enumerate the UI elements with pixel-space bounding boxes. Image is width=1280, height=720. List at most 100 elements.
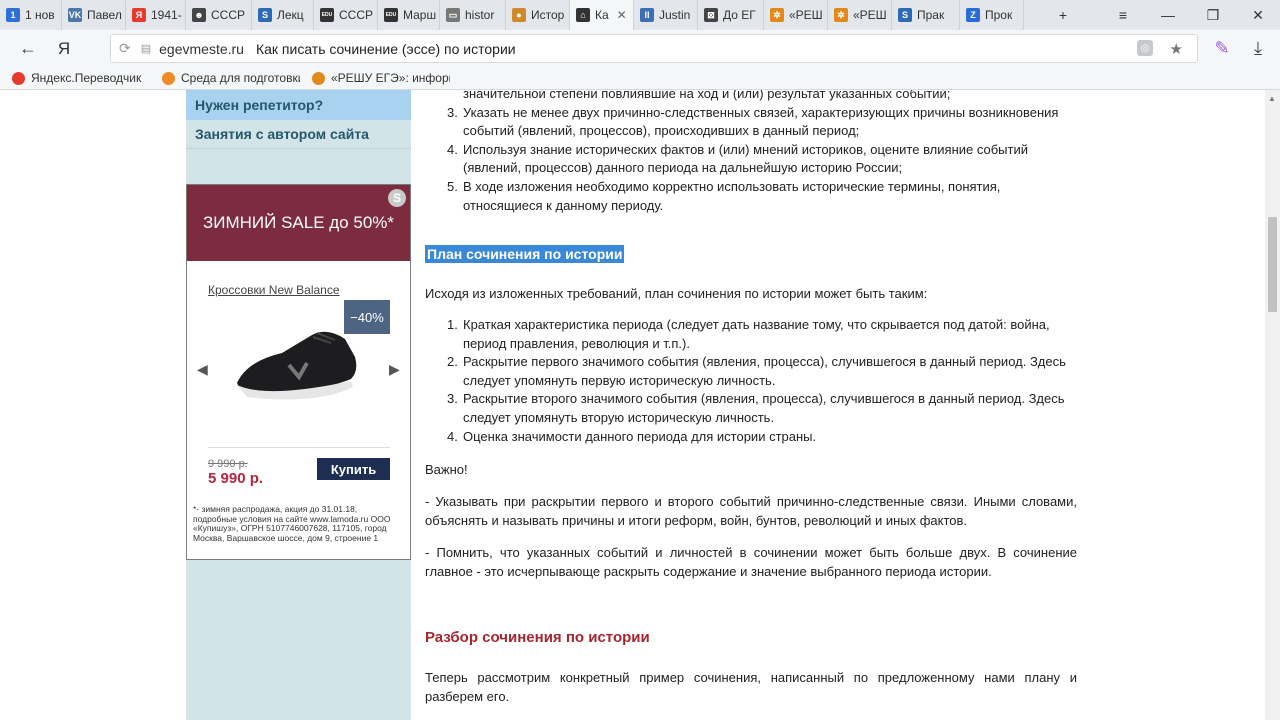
analysis-heading: Разбор сочинения по истории — [425, 629, 650, 646]
tab-label: Прак — [917, 8, 945, 22]
ad-discount-badge: −40% — [344, 300, 390, 334]
tab-16[interactable]: Z Прок — [960, 0, 1024, 30]
bookmark-label: «РЕШУ ЕГЭ»: информатика — [331, 71, 450, 85]
list-text: Раскрытие второго значимого события (явл… — [463, 391, 1065, 425]
tab-label: До ЕГ — [723, 8, 756, 22]
tab-11[interactable]: II Justin — [634, 0, 698, 30]
scrollbar-thumb[interactable] — [1268, 217, 1277, 312]
tab-close-icon[interactable]: ✕ — [617, 8, 627, 22]
tab-label: СССР — [211, 8, 246, 22]
scroll-up-icon[interactable]: ▲ — [1268, 94, 1276, 103]
list-item: 4. Оценка значимости данного периода для … — [425, 428, 1077, 447]
bookmark-label: Среда для подготовки — [181, 71, 300, 85]
vk-icon: VK — [68, 8, 82, 22]
s-icon: S — [258, 8, 272, 22]
url-domain: egevmeste.ru — [159, 40, 244, 57]
close-window-button[interactable]: ✕ — [1238, 0, 1278, 30]
film-icon: ⊠ — [704, 8, 718, 22]
sidebar-tutor-link[interactable]: Нужен репетитор? — [186, 90, 411, 120]
tab-3[interactable]: Я 1941- — [126, 0, 186, 30]
plan-heading: План сочинения по истории — [425, 245, 625, 263]
note-one: - Указывать при раскрытии первого и втор… — [425, 494, 1077, 528]
yandex-icon: Я — [132, 8, 146, 22]
tab-7[interactable]: EDU Марш — [378, 0, 440, 30]
tab-6[interactable]: EDU СССР — [314, 0, 378, 30]
tab-13[interactable]: ✲ «РЕШ — [764, 0, 828, 30]
tab-8[interactable]: ▭ histor — [440, 0, 506, 30]
tab-9[interactable]: ● Истор — [506, 0, 570, 30]
list-text: значительной степени повлиявшие на ход и… — [463, 90, 951, 101]
tab-label: СССР — [339, 8, 374, 22]
reshu-icon: ✲ — [834, 8, 848, 22]
bookmark-icon — [12, 71, 25, 85]
list-item: 3. Раскрытие второго значимого события (я… — [425, 390, 1077, 427]
mask-icon: ☻ — [192, 8, 206, 22]
list-text: Оценка значимости данного периода для ис… — [463, 428, 817, 444]
doc-icon: ▭ — [446, 8, 460, 22]
ad-old-price: 9 990 р. — [208, 458, 248, 470]
refresh-icon[interactable]: ⟳ — [119, 40, 131, 57]
tab-15[interactable]: S Прак — [892, 0, 960, 30]
address-bar: ← Я ⟳ ▤ egevmeste.ru Как писать сочинени… — [0, 30, 1280, 67]
list-item: 3. Указать не менее двух причинно-следств… — [425, 104, 1077, 141]
back-arrow-icon[interactable]: ← — [10, 34, 46, 64]
bookmark-icon — [162, 71, 175, 85]
ad-new-price: 5 990 р. — [208, 470, 264, 487]
tab-5[interactable]: S Лекц — [252, 0, 314, 30]
list-number: 4. — [447, 428, 458, 444]
list-text: В ходе изложения необходимо корректно ис… — [463, 178, 1001, 213]
site-icon: ▤ — [140, 43, 152, 55]
tab-1[interactable]: 1 1 нов — [0, 0, 62, 30]
ad-product-name[interactable]: Кроссовки New Balance — [208, 283, 340, 297]
tab-10[interactable]: ⌂ Ка ✕ — [570, 0, 634, 30]
page-viewport: Нужен репетитор? Занятия с автором сайта… — [0, 90, 1280, 720]
tab-2[interactable]: VK Павел — [62, 0, 126, 30]
sidebar-classes-link[interactable]: Занятия с автором сайта — [186, 119, 411, 149]
bookmark-label: Яндекс.Переводчик — [31, 71, 142, 85]
new-tab-button[interactable]: + — [1043, 0, 1083, 30]
tab-label: histor — [465, 8, 495, 22]
scrollbar[interactable]: ▲ — [1265, 90, 1280, 720]
tab-label: Павел — [87, 8, 122, 22]
ad-fine-print: *- зимняя распродажа, акция до 31.01.18,… — [193, 504, 391, 543]
ad-banner[interactable]: ЗИМНИЙ SALE до 50%* S Кроссовки New Bala… — [186, 184, 411, 560]
list-number: 2. — [447, 354, 458, 370]
list-number: 5. — [447, 178, 458, 194]
menu-icon[interactable]: ≡ — [1103, 0, 1143, 30]
list-number: 1. — [447, 317, 458, 332]
analysis-intro: Теперь рассмотрим конкретный пример сочи… — [425, 670, 1077, 704]
maximize-button[interactable]: ❐ — [1193, 0, 1233, 30]
minimize-button[interactable]: — — [1148, 0, 1188, 30]
ad-close-icon[interactable]: S — [388, 189, 406, 207]
url-field[interactable]: ⟳ ▤ egevmeste.ru Как писать сочинение (э… — [110, 34, 1198, 63]
ad-next-arrow-icon[interactable]: ▶ — [389, 361, 400, 378]
yandex-icon[interactable]: Я — [46, 34, 82, 64]
list-number: 3. — [447, 104, 458, 120]
bookmark-item[interactable]: Среда для подготовки — [162, 71, 300, 85]
list-number: 3. — [447, 391, 458, 407]
tab-strip: 1 1 нов VK Павел Я 1941- ☻ СССР S Лекц EDU СССР EDU М… — [0, 0, 1280, 30]
list-number: 4. — [447, 141, 458, 157]
tab-4[interactable]: ☻ СССР — [186, 0, 252, 30]
tab-label: «РЕШ — [853, 8, 887, 22]
url-page-title: Как писать сочинение (эссе) по истории — [255, 40, 516, 57]
download-icon[interactable]: ⤓ — [1240, 33, 1276, 63]
tab-12[interactable]: ⊠ До ЕГ — [698, 0, 764, 30]
bookmark-star-icon[interactable]: ★ — [1170, 40, 1183, 58]
ad-prev-arrow-icon[interactable]: ◀ — [197, 361, 208, 378]
ad-headline[interactable]: ЗИМНИЙ SALE до 50%* — [187, 185, 410, 261]
list-text: Используя знание исторических фактов и (… — [463, 141, 1028, 176]
protect-icon[interactable]: ◎ — [1137, 40, 1153, 56]
book-icon: ⌂ — [576, 8, 590, 22]
ad-divider — [208, 447, 390, 448]
bookmark-item[interactable]: «РЕШУ ЕГЭ»: информатика — [312, 71, 450, 85]
tab-label: Ка — [595, 8, 609, 22]
tab-14[interactable]: ✲ «РЕШ — [828, 0, 892, 30]
ad-buy-button[interactable]: Купить — [317, 458, 390, 480]
list-item: 5. В ходе изложения необходимо корректно … — [425, 178, 1077, 215]
tab-label: Прок — [985, 8, 1013, 22]
bookmark-item[interactable]: Яндекс.Переводчик — [12, 71, 150, 85]
pause-icon: II — [640, 8, 654, 22]
pen-icon[interactable]: ✎ — [1204, 33, 1240, 63]
edu-icon: EDU — [384, 8, 398, 22]
